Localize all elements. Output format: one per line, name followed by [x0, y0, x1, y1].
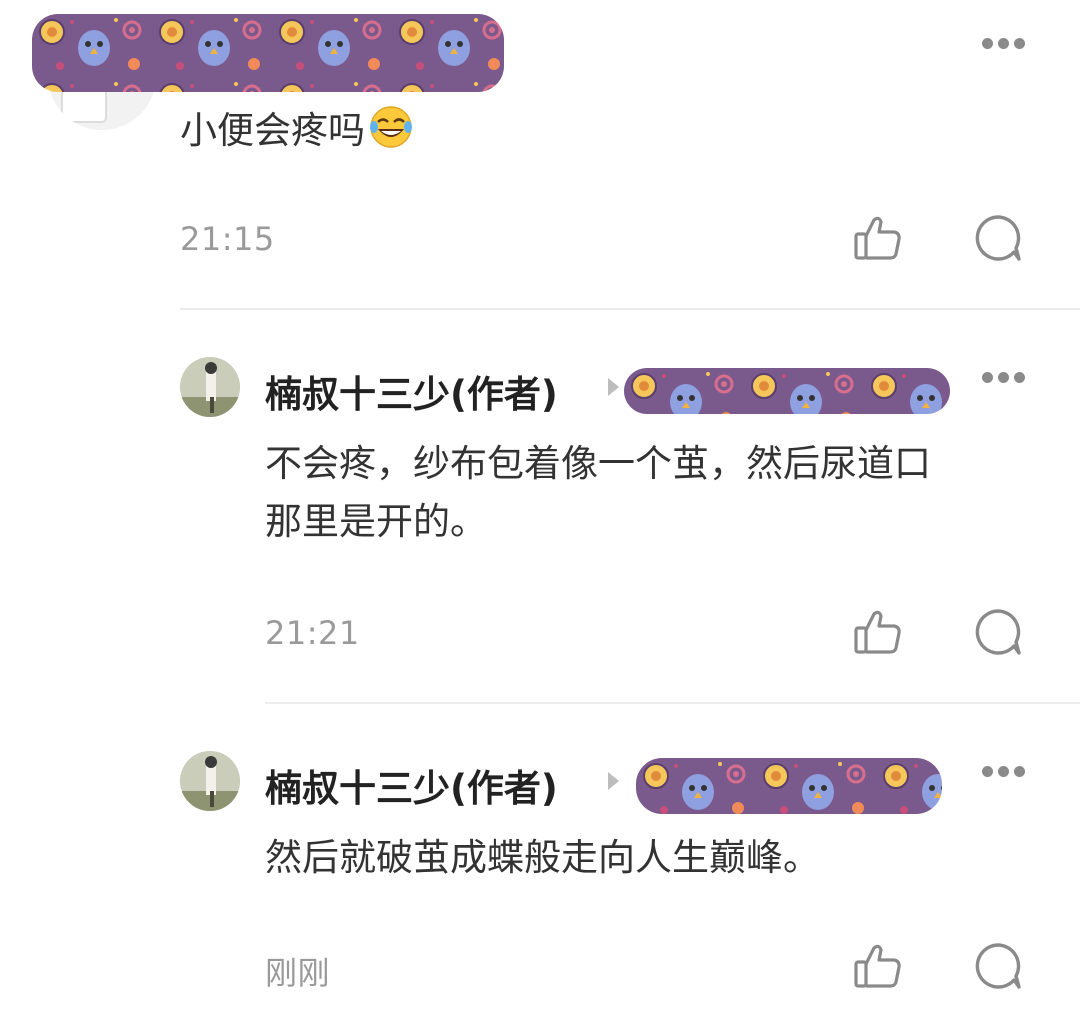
like-icon	[854, 610, 901, 654]
reply-button[interactable]	[972, 606, 1024, 658]
comment-time: 21:15	[180, 220, 275, 258]
redacted-username	[32, 14, 504, 92]
reply-time: 21:21	[265, 614, 360, 652]
like-button[interactable]	[852, 606, 904, 658]
like-button[interactable]	[852, 940, 904, 992]
comment-text: 小便会疼吗	[180, 102, 413, 160]
more-options-button[interactable]	[982, 766, 1026, 778]
author-avatar[interactable]	[180, 357, 240, 417]
reply-time: 刚刚	[265, 954, 331, 992]
reply-text: 然后就破茧成蝶般走向人生巅峰。	[265, 836, 820, 879]
more-options-button[interactable]	[982, 372, 1026, 384]
laughing-with-tears-emoji	[369, 105, 413, 149]
more-icon	[982, 38, 993, 49]
reply-button[interactable]	[972, 940, 1024, 992]
author-name[interactable]: 楠叔十三少(作者)	[265, 758, 558, 812]
divider	[265, 702, 1080, 704]
reply-icon	[975, 943, 1021, 989]
reply-icon	[975, 215, 1021, 261]
reply-text: 不会疼，纱布包着像一个茧，然后尿道口 那里是开的。	[265, 442, 931, 543]
author-name[interactable]: 楠叔十三少(作者)	[265, 364, 558, 418]
reply-arrow-icon	[608, 772, 619, 790]
like-button[interactable]	[852, 212, 904, 264]
redacted-reply-target	[624, 368, 950, 414]
more-icon	[982, 766, 993, 777]
author-avatar[interactable]	[180, 751, 240, 811]
more-options-button[interactable]	[982, 38, 1026, 50]
reply-button[interactable]	[972, 212, 1024, 264]
reply-arrow-icon	[608, 378, 619, 396]
redacted-reply-target	[636, 758, 942, 814]
more-icon	[982, 372, 993, 383]
divider	[180, 308, 1080, 310]
reply-icon	[975, 609, 1021, 655]
like-icon	[854, 944, 901, 988]
like-icon	[854, 216, 901, 260]
